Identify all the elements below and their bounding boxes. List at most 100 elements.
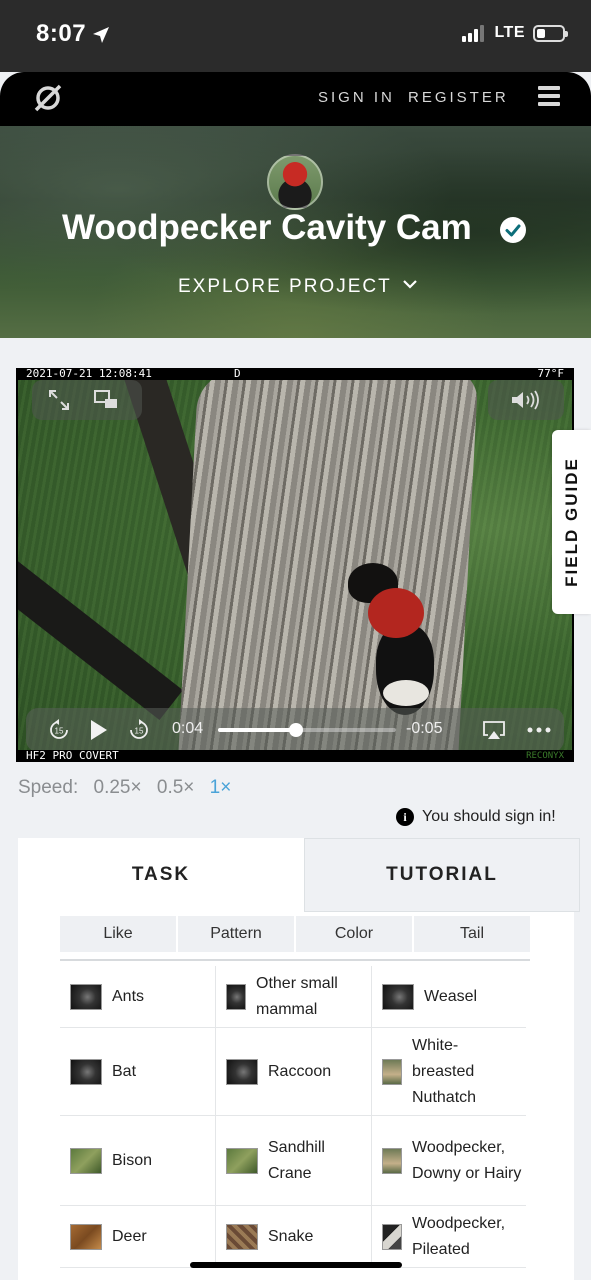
network-type: LTE [494,24,525,41]
choice-ants[interactable]: Ants [60,966,216,1028]
choice-weasel[interactable]: Weasel [372,966,526,1028]
choice-white-breasted-nuthatch[interactable]: White-breasted Nuthatch [372,1028,526,1116]
choice-label: Raccoon [268,1062,332,1080]
airplay-icon[interactable] [482,720,506,740]
choice-sandhill-crane[interactable]: Sandhill Crane [216,1116,372,1206]
scrubber-handle[interactable] [289,723,304,737]
overlay-timestamp: 2021-07-21 12:08:41 [26,368,152,380]
choice-thumbnail [382,1223,402,1250]
choice-thumbnail [70,1147,102,1174]
hamburger-menu-icon[interactable] [538,86,560,106]
filter-like[interactable]: Like [60,916,176,952]
battery-icon [533,24,568,42]
choice-label: Bat [112,1062,137,1080]
choice-thumbnail [382,983,414,1010]
play-icon[interactable] [90,719,108,741]
camera-overlay-bottom: HF2 PRO COVERT RECONYX [16,750,574,762]
choice-label: Sandhill Crane [268,1138,325,1182]
choice-thumbnail [226,1223,258,1250]
project-hero: Woodpecker Cavity Cam EXPLORE PROJECT [0,126,591,338]
filter-bar: Like Pattern Color Tail [60,916,530,952]
sign-in-notice: i You should sign in! [396,808,556,826]
status-indicators: LTE [462,24,568,42]
volume-control[interactable] [488,380,564,420]
choice-label: Snake [268,1227,314,1245]
tab-tutorial[interactable]: TUTORIAL [304,838,580,912]
video-player[interactable]: 2021-07-21 12:08:41 D 77°F 15 15 0:04 -0… [16,368,574,762]
svg-text:15: 15 [135,727,144,736]
explore-project-button[interactable]: EXPLORE PROJECT [178,276,392,298]
video-frame [18,380,572,750]
choice-label: Woodpecker, Downy or Hairy [412,1138,522,1182]
volume-icon[interactable] [510,390,542,410]
sign-in-link[interactable]: SIGN IN [318,89,395,106]
choice-label: Weasel [424,987,478,1005]
status-time: 8:07 [36,20,87,47]
choice-deer[interactable]: Deer [60,1206,216,1268]
speed-option-1[interactable]: 1× [210,777,232,798]
choice-label: White-breasted Nuthatch [412,1036,477,1106]
video-top-left-controls [32,380,142,420]
field-guide-label: FIELD GUIDE [561,457,581,587]
register-link[interactable]: REGISTER [408,89,509,106]
verified-check-icon [500,217,526,243]
more-options-icon[interactable] [526,726,552,734]
choice-raccoon[interactable]: Raccoon [216,1028,372,1116]
video-scrubber[interactable] [218,723,396,737]
speed-option-05[interactable]: 0.5× [157,777,195,798]
top-nav: SIGN IN REGISTER [0,72,591,126]
fullscreen-icon[interactable] [48,389,70,411]
speed-option-025[interactable]: 0.25× [94,777,142,798]
location-arrow-icon [93,27,109,43]
overlay-brand: RECONYX [526,751,564,761]
species-choice-grid: Ants Other small mammal Weasel Bat Racco… [60,966,526,1268]
overlay-mode: D [234,368,241,380]
remaining-time: -0:05 [406,720,443,737]
scrubber-progress [218,728,297,732]
filter-divider [60,959,530,961]
info-icon: i [396,808,414,826]
choice-thumbnail [226,1147,258,1174]
choice-thumbnail [382,1058,402,1085]
home-indicator[interactable] [190,1262,402,1268]
sign-in-notice-text: You should sign in! [422,808,556,825]
choice-bison[interactable]: Bison [60,1116,216,1206]
choice-bat[interactable]: Bat [60,1028,216,1116]
choice-woodpecker-pileated[interactable]: Woodpecker, Pileated [372,1206,526,1268]
current-time: 0:04 [172,720,204,737]
project-title: Woodpecker Cavity Cam [62,208,472,247]
choice-woodpecker-downy-or-hairy[interactable]: Woodpecker, Downy or Hairy [372,1116,526,1206]
tab-task[interactable]: TASK [18,838,304,912]
choice-label: Other small mammal [256,974,338,1018]
choice-label: Deer [112,1227,147,1245]
choice-label: Woodpecker, Pileated [412,1214,506,1258]
status-bar: 8:07 LTE [0,0,591,72]
field-guide-tab[interactable]: FIELD GUIDE [552,430,591,614]
choice-other-small-mammal[interactable]: Other small mammal [216,966,372,1028]
skip-back-15-icon[interactable]: 15 [48,719,70,741]
overlay-camera-model: HF2 PRO COVERT [26,749,119,762]
filter-tail[interactable]: Tail [414,916,530,952]
project-avatar [267,154,323,210]
zooniverse-logo-icon[interactable] [32,82,64,114]
overlay-temperature: 77°F [537,368,565,380]
speed-label: Speed: [18,777,79,798]
signal-icon [462,24,485,42]
choice-label: Bison [112,1151,153,1169]
choice-thumbnail [226,1058,258,1085]
playback-controls: 15 15 0:04 -0:05 [26,708,564,752]
filter-color[interactable]: Color [296,916,412,952]
chevron-down-icon[interactable] [402,276,418,292]
choice-thumbnail [382,1147,402,1174]
choice-thumbnail [226,983,246,1010]
skip-forward-15-icon[interactable]: 15 [128,719,150,741]
picture-in-picture-icon[interactable] [94,390,118,410]
choice-thumbnail [70,1058,102,1085]
camera-overlay-top: 2021-07-21 12:08:41 D 77°F [16,368,574,380]
choice-snake[interactable]: Snake [216,1206,372,1268]
choice-thumbnail [70,1223,102,1250]
filter-pattern[interactable]: Pattern [178,916,294,952]
choice-thumbnail [70,983,102,1010]
choice-label: Ants [112,987,145,1005]
svg-text:15: 15 [55,727,64,736]
